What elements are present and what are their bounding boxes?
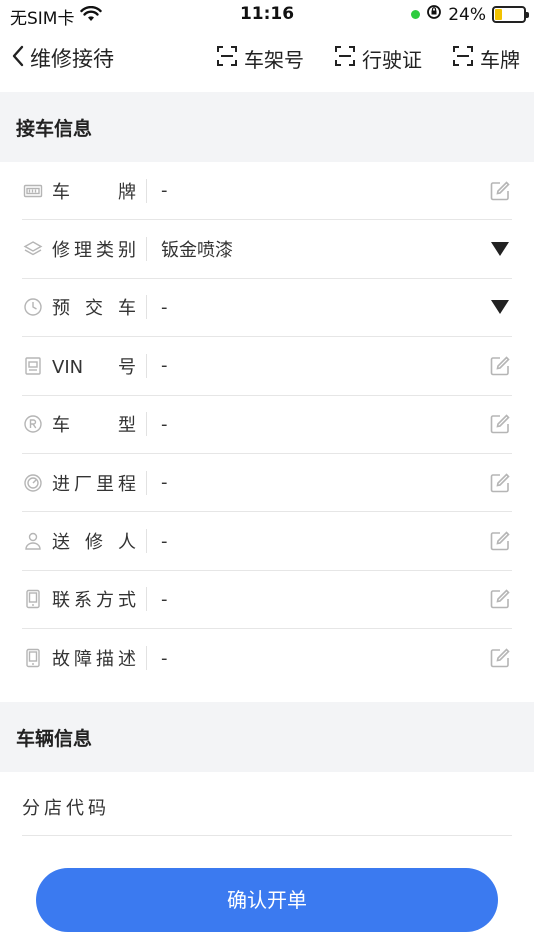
field-value: 钣金喷漆 <box>161 240 233 262</box>
edit-icon[interactable] <box>488 179 512 203</box>
field-label: 送修人 <box>52 532 136 554</box>
status-left: 无SIM卡 <box>10 4 103 29</box>
wifi-icon <box>80 5 103 27</box>
edit-icon[interactable] <box>488 412 512 436</box>
divider <box>146 412 147 437</box>
scan-icon <box>216 45 238 72</box>
person-icon <box>22 530 44 552</box>
dropdown-triangle-icon[interactable] <box>488 237 512 261</box>
scan-plate-label: 车牌 <box>480 48 520 72</box>
scan-icon <box>334 45 356 72</box>
scan-icon <box>452 45 474 72</box>
field-value: - <box>161 530 168 552</box>
field-value: - <box>161 588 168 610</box>
field-label: 故障描述 <box>52 649 136 671</box>
confirm-order-button[interactable]: 确认开单 <box>36 868 498 932</box>
field-row-branch-code[interactable]: 分店代码 <box>22 772 512 836</box>
phone-icon <box>22 647 44 669</box>
status-right: 24% <box>411 4 529 25</box>
field-row-pre-delivery[interactable]: 预交车 - <box>22 279 512 338</box>
scan-vin-label: 车架号 <box>244 48 304 72</box>
status-bar: 无SIM卡 11:16 24% <box>0 0 534 30</box>
scan-license-label: 行驶证 <box>362 48 422 72</box>
field-label: 车牌 <box>52 181 136 203</box>
divider <box>146 178 147 203</box>
section-title: 车辆信息 <box>16 728 93 750</box>
field-value: - <box>161 472 168 494</box>
field-row-contact[interactable]: 联系方式 - <box>22 571 512 630</box>
divider <box>146 353 147 378</box>
dropdown-triangle-icon[interactable] <box>488 295 512 319</box>
field-label: 进厂里程 <box>52 473 136 495</box>
battery-percent: 24% <box>448 4 486 25</box>
scan-vin-button[interactable]: 车架号 <box>216 44 304 73</box>
nav-actions: 车架号 行驶证 车牌 <box>216 44 520 73</box>
divider <box>146 529 147 554</box>
carrier-label: 无SIM卡 <box>10 9 75 29</box>
field-row-model[interactable]: 车型 - <box>22 396 512 454</box>
vin-icon <box>22 355 44 377</box>
divider <box>146 237 147 262</box>
field-row-plate[interactable]: 车牌 - <box>22 162 512 221</box>
orientation-lock-icon <box>426 4 442 25</box>
divider <box>146 587 147 612</box>
clock-icon <box>22 296 44 318</box>
license-plate-icon <box>22 180 44 202</box>
back-button[interactable]: 维修接待 <box>10 43 114 73</box>
camera-in-use-dot-icon <box>411 10 421 19</box>
field-row-repair-category[interactable]: 修理类别 钣金喷漆 <box>22 220 512 279</box>
field-value: - <box>161 180 168 202</box>
section-title: 接车信息 <box>16 118 93 140</box>
field-label: 修理类别 <box>52 240 136 262</box>
section-header-reception: 接车信息 <box>0 92 534 162</box>
page-title: 维修接待 <box>30 47 114 71</box>
scan-license-button[interactable]: 行驶证 <box>334 44 422 73</box>
field-row-vin[interactable]: VIN号 - <box>22 337 512 396</box>
edit-icon[interactable] <box>488 646 512 670</box>
field-value: - <box>161 647 168 669</box>
nav-bar: 维修接待 车架号 行驶证 车牌 <box>0 30 534 92</box>
chevron-left-icon <box>10 44 26 72</box>
layers-icon <box>22 238 44 260</box>
phone-icon <box>22 588 44 610</box>
field-row-mileage[interactable]: 进厂里程 - <box>22 454 512 513</box>
field-value: - <box>161 355 168 377</box>
field-value: - <box>161 413 168 435</box>
registered-icon <box>22 413 44 435</box>
field-label: VIN号 <box>52 356 136 378</box>
mileage-icon <box>22 472 44 494</box>
divider <box>146 470 147 495</box>
divider <box>146 295 147 320</box>
field-label: 分店代码 <box>22 798 110 819</box>
battery-icon <box>492 6 529 23</box>
section-header-vehicle: 车辆信息 <box>0 702 534 772</box>
edit-icon[interactable] <box>488 354 512 378</box>
field-row-sender[interactable]: 送修人 - <box>22 512 512 571</box>
field-label: 车型 <box>52 415 136 437</box>
field-label: 联系方式 <box>52 590 136 612</box>
field-row-fault-description[interactable]: 故障描述 - <box>22 629 512 687</box>
edit-icon[interactable] <box>488 471 512 495</box>
edit-icon[interactable] <box>488 529 512 553</box>
reception-form: 车牌 - 修理类别 钣金喷漆 预交车 - VIN号 - 车型 - 进厂里程 - … <box>0 162 534 688</box>
scan-plate-button[interactable]: 车牌 <box>452 44 520 73</box>
divider <box>146 646 147 671</box>
field-label: 预交车 <box>52 298 136 320</box>
edit-icon[interactable] <box>488 587 512 611</box>
field-value: - <box>161 296 168 318</box>
